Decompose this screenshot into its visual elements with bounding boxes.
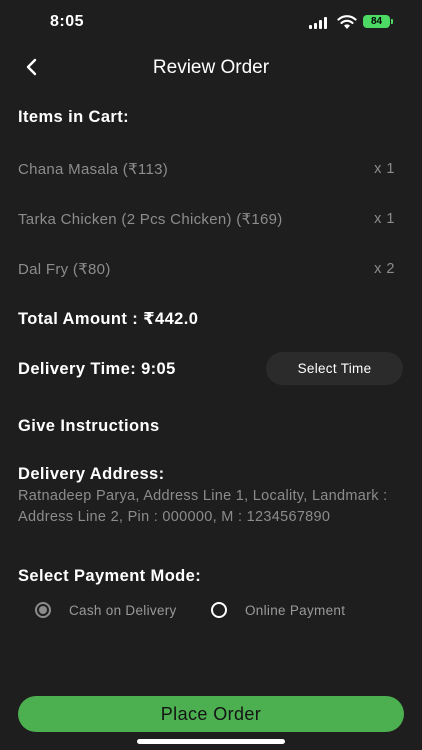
radio-unselected-icon[interactable] bbox=[211, 602, 227, 618]
place-order-button[interactable]: Place Order bbox=[18, 696, 404, 732]
cart-item-name: Chana Masala (₹113) bbox=[18, 161, 169, 178]
home-indicator bbox=[137, 739, 285, 744]
payment-option-label: Cash on Delivery bbox=[69, 602, 177, 618]
radio-selected-icon[interactable] bbox=[35, 602, 51, 618]
payment-mode-title: Select Payment Mode: bbox=[18, 567, 202, 585]
battery-tip bbox=[391, 19, 393, 24]
payment-option-cash-on-delivery[interactable]: Cash on Delivery bbox=[35, 600, 177, 620]
cart-item-name: Tarka Chicken (2 Pcs Chicken) (₹169) bbox=[18, 211, 283, 228]
payment-option-label: Online Payment bbox=[245, 602, 346, 618]
payment-option-online-payment[interactable]: Online Payment bbox=[211, 600, 345, 620]
battery-icon: 84 bbox=[363, 15, 390, 28]
cart-item-quantity: x 1 bbox=[374, 161, 395, 177]
delivery-time-label: Delivery Time: 9:05 bbox=[18, 360, 176, 378]
cellular-signal-icon bbox=[309, 17, 329, 29]
wifi-icon bbox=[337, 15, 357, 29]
delivery-address-text: Ratnadeep Parya, Address Line 1, Localit… bbox=[18, 488, 388, 525]
status-bar: 8:05 84 bbox=[0, 0, 422, 44]
battery-level: 84 bbox=[370, 16, 383, 27]
page-title: Review Order bbox=[152, 57, 270, 78]
select-time-button[interactable]: Select Time bbox=[266, 352, 403, 385]
cart-item-quantity: x 2 bbox=[374, 261, 395, 277]
cart-item-name: Dal Fry (₹80) bbox=[18, 261, 111, 278]
delivery-address-title: Delivery Address: bbox=[18, 465, 165, 483]
cart-item-quantity: x 1 bbox=[374, 211, 395, 227]
cart-section-title: Items in Cart: bbox=[18, 108, 130, 126]
status-time: 8:05 bbox=[50, 13, 85, 30]
total-amount: Total Amount : ₹442.0 bbox=[18, 310, 199, 328]
give-instructions-link[interactable]: Give Instructions bbox=[18, 417, 160, 436]
